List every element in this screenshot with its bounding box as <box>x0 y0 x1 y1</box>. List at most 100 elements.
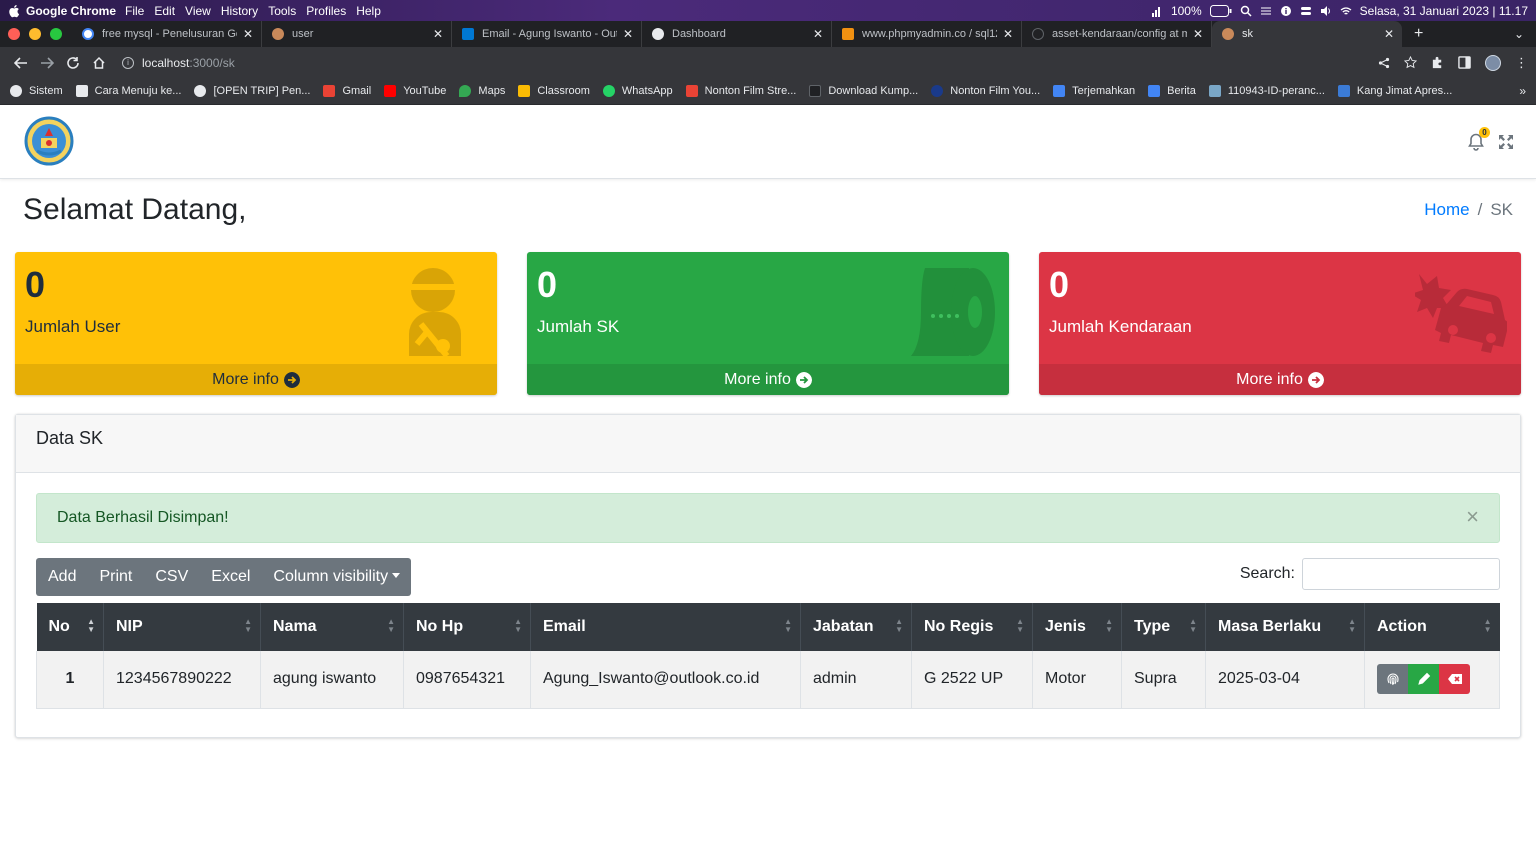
close-icon[interactable]: ✕ <box>623 27 633 41</box>
home-icon[interactable] <box>86 50 112 76</box>
col-no-hp[interactable]: No Hp ▲ ▼ <box>403 603 531 651</box>
column-visibility-button[interactable]: Column visibility <box>261 558 411 596</box>
tab-outlook-email[interactable]: Email - Agung Iswanto - Outlo ✕ <box>452 21 642 47</box>
bookmark-item[interactable]: Berita <box>1148 85 1196 97</box>
bookmark-item[interactable]: Download Kump... <box>809 85 918 97</box>
col-email[interactable]: Email ▲ ▼ <box>530 603 801 651</box>
add-button[interactable]: Add <box>36 558 87 596</box>
close-icon[interactable]: ✕ <box>1193 27 1203 41</box>
tab-search-chevron-icon[interactable]: ⌄ <box>1502 21 1536 47</box>
bookmark-item[interactable]: Sistem <box>10 85 63 97</box>
bookmark-item[interactable]: Cara Menuju ke... <box>75 85 181 97</box>
more-info-link[interactable]: More info <box>15 364 497 395</box>
col-jabatan[interactable]: Jabatan ▲ ▼ <box>800 603 912 651</box>
fullscreen-expand-icon[interactable] <box>1498 134 1514 150</box>
site-icon <box>685 85 698 97</box>
logo[interactable] <box>24 116 74 166</box>
fingerprint-detail-button[interactable] <box>1377 664 1408 695</box>
clock[interactable]: Selasa, 31 Januari 2023 | 11.17 <box>1360 4 1528 18</box>
bookmark-item[interactable]: [OPEN TRIP] Pen... <box>194 85 310 97</box>
print-button[interactable]: Print <box>87 558 143 596</box>
menu-lines-icon[interactable] <box>1260 5 1272 17</box>
bookmark-item[interactable]: Kang Jimat Apres... <box>1337 85 1452 97</box>
more-info-link[interactable]: More info <box>527 364 1009 395</box>
tab-user[interactable]: user ✕ <box>262 21 452 47</box>
col-no-regis[interactable]: No Regis ▲ ▼ <box>911 603 1033 651</box>
bookmark-item[interactable]: Classroom <box>518 85 590 97</box>
bookmark-item[interactable]: Nonton Film Stre... <box>685 85 796 97</box>
news-icon <box>1148 85 1161 97</box>
profile-avatar[interactable] <box>1485 54 1501 71</box>
kebab-menu-icon[interactable]: ⋮ <box>1515 55 1528 71</box>
menu-tools[interactable]: Tools <box>268 4 296 18</box>
wifi-icon[interactable] <box>1340 5 1352 17</box>
bookmark-item[interactable]: Gmail <box>323 85 371 97</box>
info-icon[interactable] <box>1280 5 1292 17</box>
menu-help[interactable]: Help <box>356 4 381 18</box>
bookmark-item[interactable]: Terjemahkan <box>1053 85 1135 97</box>
bookmark-item[interactable]: Nonton Film You... <box>931 85 1040 97</box>
site-info-icon[interactable]: i <box>122 56 134 69</box>
close-icon[interactable]: ✕ <box>813 27 823 41</box>
search-input[interactable] <box>1302 558 1500 590</box>
zoom-window-button[interactable] <box>50 28 62 40</box>
close-window-button[interactable] <box>8 28 20 40</box>
minimize-window-button[interactable] <box>29 28 41 40</box>
search-icon[interactable] <box>1240 5 1252 17</box>
breadcrumb-home-link[interactable]: Home <box>1424 200 1469 219</box>
col-action[interactable]: Action ▲ ▼ <box>1364 603 1500 651</box>
battery-icon[interactable] <box>1209 4 1232 17</box>
close-icon[interactable]: × <box>1466 506 1479 528</box>
control-center-icon[interactable] <box>1300 5 1312 17</box>
bookmarks-overflow-icon[interactable]: » <box>1519 84 1526 98</box>
edit-button[interactable] <box>1408 664 1439 695</box>
new-tab-button[interactable]: + <box>1402 21 1435 47</box>
delete-button[interactable] <box>1439 664 1470 695</box>
col-nip[interactable]: NIP ▲ ▼ <box>103 603 261 651</box>
bookmark-item[interactable]: 110943-ID-peranc... <box>1208 85 1325 97</box>
menu-profiles[interactable]: Profiles <box>306 4 346 18</box>
volume-meter-icon[interactable] <box>1151 5 1163 17</box>
extensions-puzzle-icon[interactable] <box>1431 56 1444 69</box>
notification-bell[interactable]: 0 <box>1468 127 1490 151</box>
bookmark-label: Nonton Film You... <box>950 85 1041 97</box>
bookmark-star-icon[interactable] <box>1404 56 1417 69</box>
bookmark-item[interactable]: WhatsApp <box>602 85 673 97</box>
forward-arrow-icon[interactable] <box>34 50 60 76</box>
close-icon[interactable]: ✕ <box>433 27 443 41</box>
col-masa-berlaku[interactable]: Masa Berlaku ▲ ▼ <box>1205 603 1365 651</box>
stat-box-kendaraan: 0 Jumlah Kendaraan More info <box>1039 252 1521 395</box>
apple-icon[interactable] <box>8 4 20 18</box>
col-type[interactable]: Type ▲ ▼ <box>1121 603 1206 651</box>
menu-file[interactable]: File <box>125 4 144 18</box>
bookmark-item[interactable]: Maps <box>459 85 505 97</box>
side-panel-icon[interactable] <box>1458 56 1471 69</box>
tab-phpmyadmin[interactable]: www.phpmyadmin.co / sql12 ✕ <box>832 21 1022 47</box>
bookmark-item[interactable]: YouTube <box>384 85 446 97</box>
sort-icon: ▲ ▼ <box>784 617 792 634</box>
close-icon[interactable]: ✕ <box>1384 27 1394 41</box>
menu-view[interactable]: View <box>185 4 211 18</box>
whatsapp-icon <box>602 85 615 97</box>
menu-edit[interactable]: Edit <box>154 4 175 18</box>
tab-dashboard[interactable]: Dashboard ✕ <box>642 21 832 47</box>
close-icon[interactable]: ✕ <box>243 27 253 41</box>
tab-free-mysql[interactable]: free mysql - Penelusuran Goo ✕ <box>72 21 262 47</box>
col-jenis[interactable]: Jenis ▲ ▼ <box>1032 603 1122 651</box>
back-arrow-icon[interactable] <box>8 50 34 76</box>
csv-button[interactable]: CSV <box>143 558 199 596</box>
tab-github-config[interactable]: asset-kendaraan/config at m ✕ <box>1022 21 1212 47</box>
excel-button[interactable]: Excel <box>199 558 261 596</box>
more-info-link[interactable]: More info <box>1039 364 1521 395</box>
reload-icon[interactable] <box>60 50 86 76</box>
share-icon[interactable] <box>1378 57 1390 69</box>
col-no[interactable]: No ▲ ▼ <box>36 603 104 651</box>
arrow-circle-right-icon <box>1307 371 1324 388</box>
app-name[interactable]: Google Chrome <box>26 4 116 18</box>
col-nama[interactable]: Nama ▲ ▼ <box>260 603 404 651</box>
menu-history[interactable]: History <box>221 4 258 18</box>
close-icon[interactable]: ✕ <box>1003 27 1013 41</box>
tab-sk[interactable]: sk ✕ <box>1212 21 1402 47</box>
speaker-icon[interactable] <box>1320 5 1332 17</box>
address-bar[interactable]: i localhost:3000/sk <box>122 51 235 75</box>
